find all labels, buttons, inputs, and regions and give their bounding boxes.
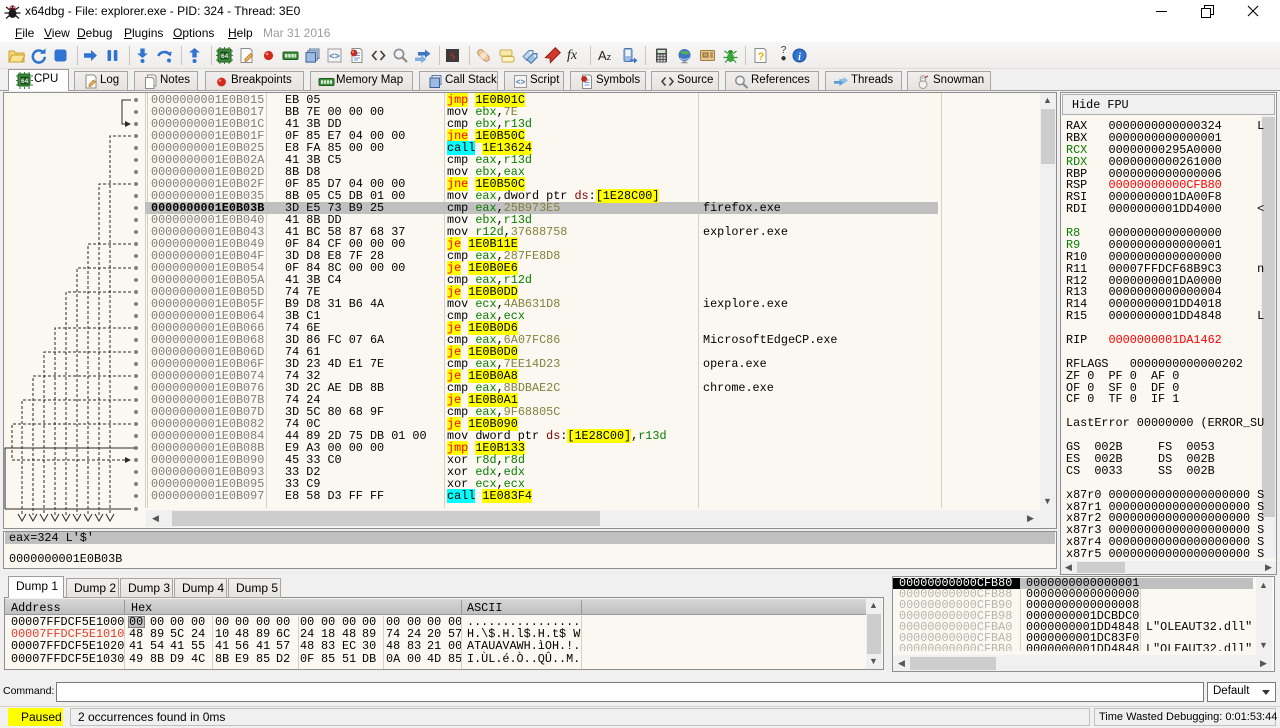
svg-text:64: 64: [221, 53, 229, 60]
svg-text:64: 64: [21, 78, 29, 85]
svg-text:?: ?: [758, 51, 765, 63]
svg-text:S: S: [450, 52, 456, 63]
svg-text:<>: <>: [516, 79, 526, 88]
svg-text:<>: <>: [329, 52, 340, 62]
svg-text:i: i: [798, 52, 801, 63]
